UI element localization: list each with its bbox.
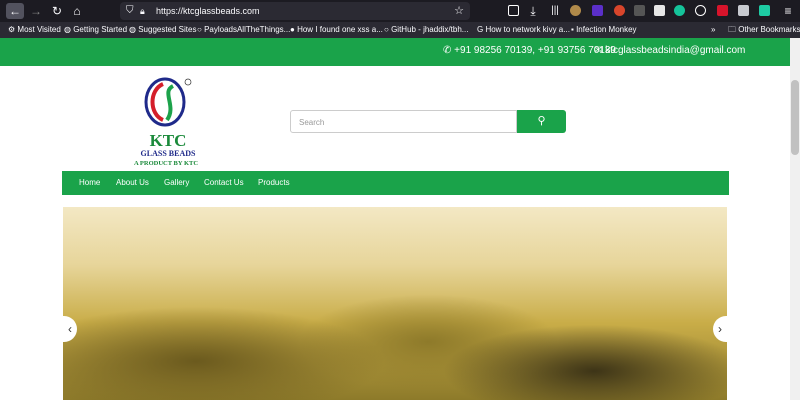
home-button[interactable]: ⌂ [68,3,86,19]
email-info[interactable]: ✉ ktcglassbeadsindia@gmail.com [594,38,745,64]
browser-toolbar: ← → ↻ ⌂ ⛉ 🔒︎ https://ktcglassbeads.com ☆… [0,0,800,22]
extension-icon[interactable] [717,5,728,16]
nav-gallery[interactable]: Gallery [164,171,189,195]
url-bar[interactable]: ⛉ 🔒︎ https://ktcglassbeads.com ☆ [120,2,470,20]
bookmarks-bar: ⚙ Most Visited ◍ Getting Started ◍ Sugge… [0,22,800,38]
forward-button[interactable]: → [27,3,45,19]
search-input[interactable]: Search [290,110,517,133]
phone-info[interactable]: ✆ +91 98256 70139, +91 93756 70139 [443,38,616,64]
nav-products[interactable]: Products [258,171,290,195]
hero-carousel-image [63,207,727,400]
main-nav: Home About Us Gallery Contact Us Product… [62,171,729,195]
ktc-logo-mark [144,77,192,127]
extension-icon[interactable] [654,5,665,16]
url-text: https://ktcglassbeads.com [156,6,260,16]
download-icon[interactable]: ⤓ [524,3,542,19]
extension-icon[interactable] [614,5,625,16]
extension-icon[interactable] [592,5,603,16]
bookmark-item[interactable]: G How to network kivy a... [477,22,570,38]
extension-icon[interactable] [738,5,749,16]
bookmark-item[interactable]: ▪ Infection Monkey [571,22,637,38]
logo-subtitle: GLASS BEADS [140,149,196,158]
pocket-icon[interactable] [508,5,519,16]
extension-icon[interactable] [695,5,706,16]
lock-icon: 🔒︎ [140,6,145,16]
bookmark-item[interactable]: ◍ Suggested Sites [129,22,196,38]
overflow-chevron-icon[interactable]: » [711,22,715,38]
scrollbar-thumb[interactable] [791,80,799,155]
bookmark-item[interactable]: ○ GitHub - jhaddix/tbh... [384,22,468,38]
search-icon: ⚲ [537,115,546,127]
scrollbar[interactable] [790,38,800,400]
menu-icon[interactable]: ≡ [779,3,797,19]
library-icon[interactable]: ||| [546,3,564,19]
bookmark-item[interactable]: ⚙ Most Visited [8,22,61,38]
contact-strip: ✆ +91 98256 70139, +91 93756 70139 ✉ ktc… [0,38,790,66]
nav-contact-us[interactable]: Contact Us [204,171,244,195]
shield-icon: ⛉ [126,5,134,16]
logo-tagline: A PRODUCT BY KTC [133,160,199,167]
star-icon[interactable]: ☆ [454,2,464,20]
search-button[interactable]: ⚲ [517,110,566,133]
nav-home[interactable]: Home [79,171,100,195]
bookmark-item[interactable]: ○ PayloadsAllTheThings... [197,22,290,38]
back-button[interactable]: ← [6,3,24,19]
cookie-extension-icon[interactable] [570,5,581,16]
extension-icon[interactable] [759,5,770,16]
grammarly-icon[interactable] [674,5,685,16]
bookmark-item[interactable]: ● How I found one xss a... [290,22,383,38]
logo-name: KTC [149,131,187,150]
extension-icon[interactable] [634,5,645,16]
logo[interactable]: KTC GLASS BEADS A PRODUCT BY KTC [128,76,208,168]
reload-button[interactable]: ↻ [48,3,66,19]
nav-about-us[interactable]: About Us [116,171,149,195]
bookmark-item[interactable]: ◍ Getting Started [64,22,127,38]
other-bookmarks[interactable]: 🗀︎ Other Bookmarks [728,22,800,38]
